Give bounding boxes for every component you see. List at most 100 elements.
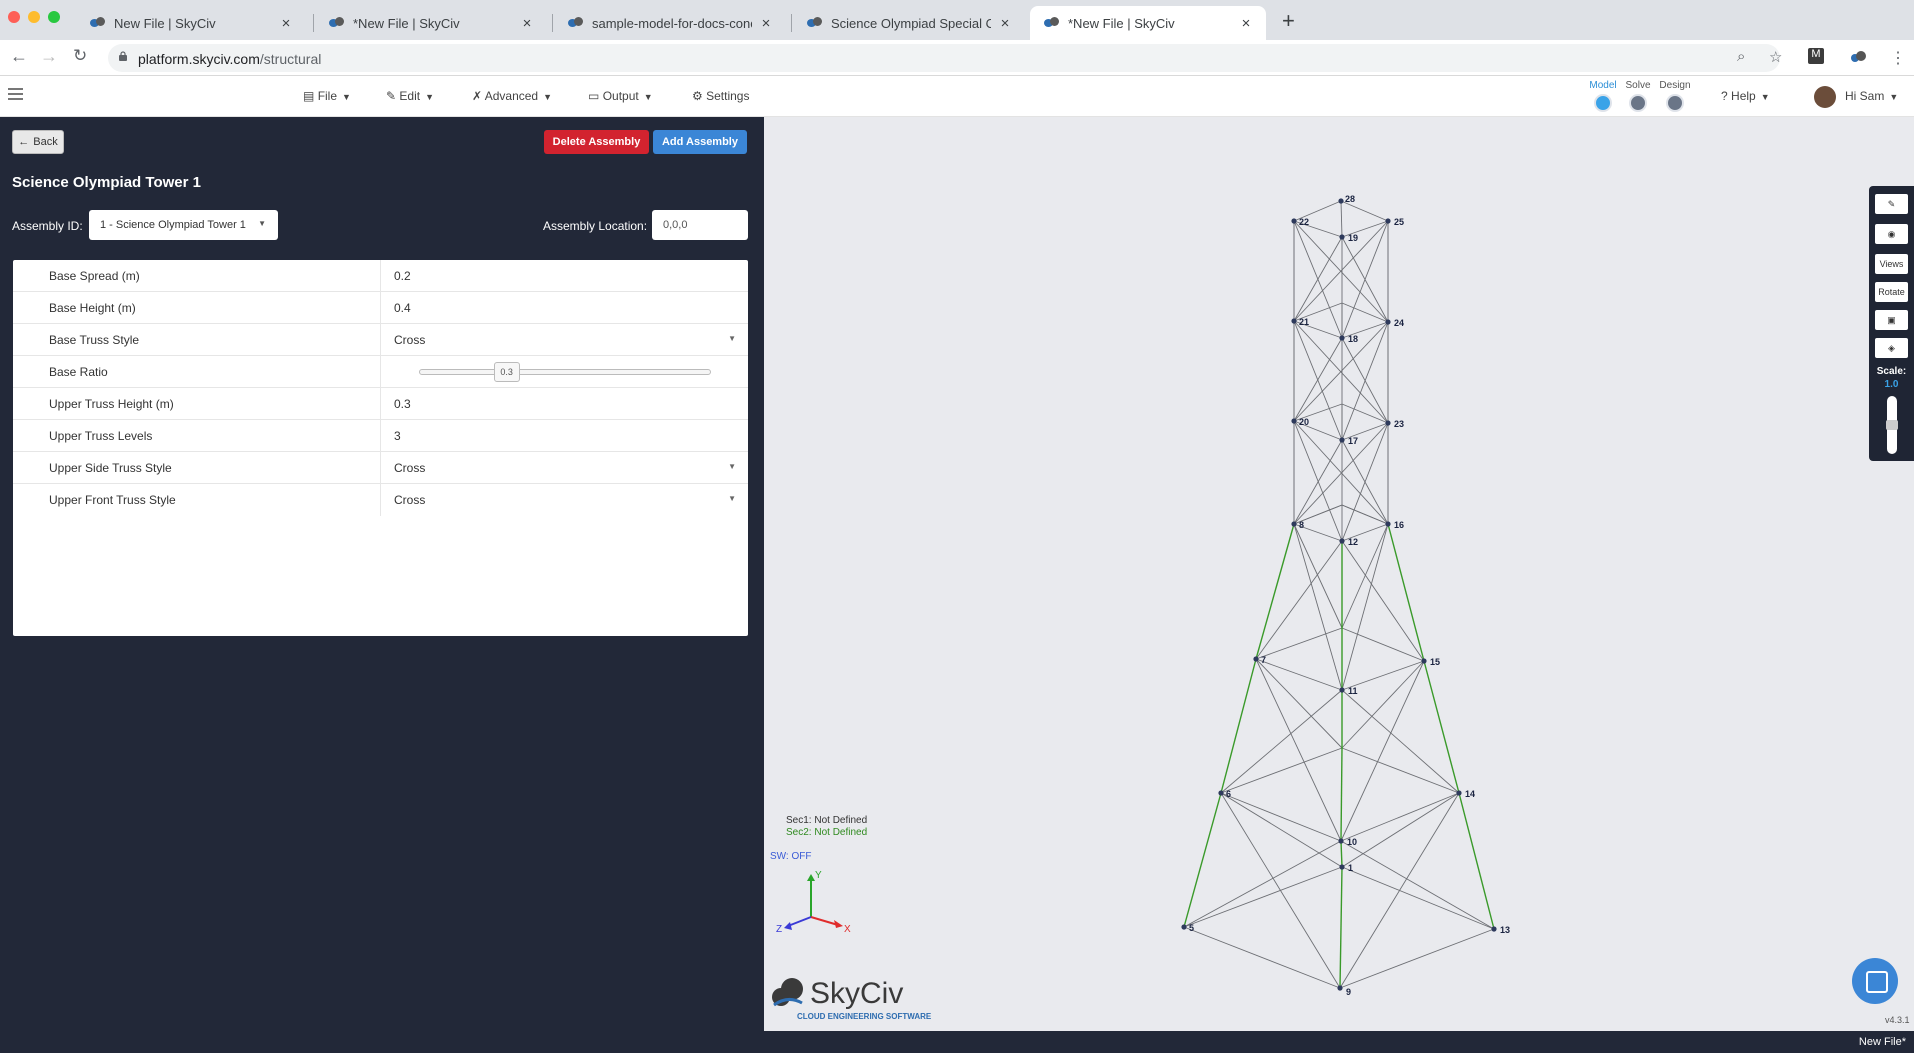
menu-help[interactable]: ? Help ▼ [1721,89,1770,103]
member-line[interactable] [1339,792,1460,989]
zoom-icon[interactable]: ⌕ [1737,48,1745,65]
node-point[interactable] [1385,521,1391,527]
assembly-id-select[interactable]: 1 - Science Olympiad Tower 1 ▼ [89,210,278,240]
member-line[interactable] [1341,866,1495,930]
maximize-window-button[interactable] [48,11,60,23]
node-point[interactable] [1421,658,1427,664]
node-point[interactable] [1339,335,1345,341]
member-line[interactable] [1183,840,1342,928]
base-truss-style-select[interactable]: Cross [394,333,425,347]
member-line[interactable] [1341,523,1389,691]
upper-front-truss-style-select[interactable]: Cross [394,493,425,507]
member-line[interactable] [1340,747,1343,842]
add-assembly-button[interactable]: Add Assembly [653,130,747,154]
member-line[interactable] [1220,658,1257,794]
hamburger-menu-icon[interactable] [8,88,23,100]
browser-menu-icon[interactable]: ⋮ [1890,48,1906,68]
member-line[interactable] [1183,926,1341,989]
assembly-location-input[interactable]: 0,0,0 [652,210,748,240]
close-tab-icon[interactable]: × [278,15,294,32]
member-line[interactable] [1255,658,1342,842]
cube-icon[interactable]: ◈ [1875,338,1908,358]
base-spread-input[interactable]: 0.2 [394,269,411,283]
member-line[interactable] [1387,523,1425,662]
browser-tab[interactable]: sample-model-for-docs-concrete × [554,6,786,40]
node-point[interactable] [1291,521,1297,527]
eye-icon[interactable]: ◉ [1875,224,1908,244]
self-weight-status[interactable]: SW: OFF [770,851,811,862]
delete-assembly-button[interactable]: Delete Assembly [544,130,649,154]
node-point[interactable] [1291,218,1297,224]
close-tab-icon[interactable]: × [1238,15,1254,32]
browser-tab[interactable]: Science Olympiad Special Offer × [793,6,1025,40]
node-point[interactable] [1339,864,1345,870]
member-line[interactable] [1183,866,1343,928]
member-line[interactable] [1341,302,1389,323]
close-tab-icon[interactable]: × [519,15,535,32]
close-window-button[interactable] [8,11,20,23]
node-point[interactable] [1218,790,1224,796]
menu-output[interactable]: ▭ Output ▼ [588,89,653,103]
member-line[interactable] [1341,747,1460,794]
member-line[interactable] [1255,658,1343,691]
member-line[interactable] [1255,658,1343,749]
member-line[interactable] [1423,660,1460,794]
member-line[interactable] [1220,689,1343,794]
member-line[interactable] [1183,792,1222,928]
camera-icon[interactable]: ▣ [1875,310,1908,330]
member-line[interactable] [1341,689,1460,794]
member-line[interactable] [1341,403,1389,424]
mode-solve[interactable]: Solve [1623,80,1653,112]
node-point[interactable] [1339,437,1345,443]
slider-handle[interactable]: 0.3 [493,362,520,382]
menu-file[interactable]: ▤ File ▼ [303,89,351,103]
views-button[interactable]: Views [1875,254,1908,274]
member-line[interactable] [1341,504,1389,525]
member-line[interactable] [1255,523,1295,660]
member-line[interactable] [1341,792,1460,868]
member-line[interactable] [1340,200,1389,222]
tower-model[interactable]: 1591361014711158121620172321182422192528 [764,117,1914,1031]
pencil-icon[interactable]: ✎ [1875,194,1908,214]
back-button[interactable]: ← Back [12,130,64,154]
member-line[interactable] [1339,866,1343,989]
node-point[interactable] [1338,198,1344,204]
reload-icon[interactable]: ↻ [73,46,87,66]
back-arrow-icon[interactable]: ← [10,46,28,67]
member-line[interactable] [1255,627,1343,660]
member-line[interactable] [1340,792,1460,842]
node-point[interactable] [1385,218,1391,224]
node-point[interactable] [1385,319,1391,325]
base-height-input[interactable]: 0.4 [394,301,411,315]
member-line[interactable] [1340,200,1343,238]
node-point[interactable] [1385,420,1391,426]
node-point[interactable] [1339,538,1345,544]
member-line[interactable] [1341,660,1425,749]
member-line[interactable] [1220,792,1341,989]
minimize-window-button[interactable] [28,11,40,23]
model-canvas[interactable]: 1 5 9 13 6 10 14 7 11 15 8 12 16 20 17 23 21 18 24 22 19 25 28… [764,117,1914,1031]
scale-slider[interactable] [1886,396,1898,454]
node-point[interactable] [1456,790,1462,796]
node-point[interactable] [1339,234,1345,240]
forward-arrow-icon[interactable]: → [40,46,58,67]
node-point[interactable] [1181,924,1187,930]
browser-tab[interactable]: New File | SkyCiv × [76,6,306,40]
upper-side-truss-style-select[interactable]: Cross [394,461,425,475]
node-point[interactable] [1291,318,1297,324]
browser-tab-active[interactable]: *New File | SkyCiv × [1030,6,1266,40]
user-menu[interactable]: Hi Sam ▼ [1845,89,1898,103]
member-line[interactable] [1340,840,1343,868]
rotate-button[interactable]: Rotate [1875,282,1908,302]
bookmark-star-icon[interactable]: ☆ [1769,48,1782,66]
member-line[interactable] [1339,928,1495,989]
node-point[interactable] [1491,926,1497,932]
upper-truss-height-input[interactable]: 0.3 [394,397,411,411]
member-line[interactable] [1220,792,1342,842]
extension-m-icon[interactable]: M [1808,48,1824,64]
node-point[interactable] [1339,687,1345,693]
node-point[interactable] [1338,838,1344,844]
new-tab-button[interactable]: + [1282,8,1295,34]
menu-advanced[interactable]: ✗ Advanced ▼ [472,89,552,103]
chat-button[interactable] [1852,958,1898,1004]
